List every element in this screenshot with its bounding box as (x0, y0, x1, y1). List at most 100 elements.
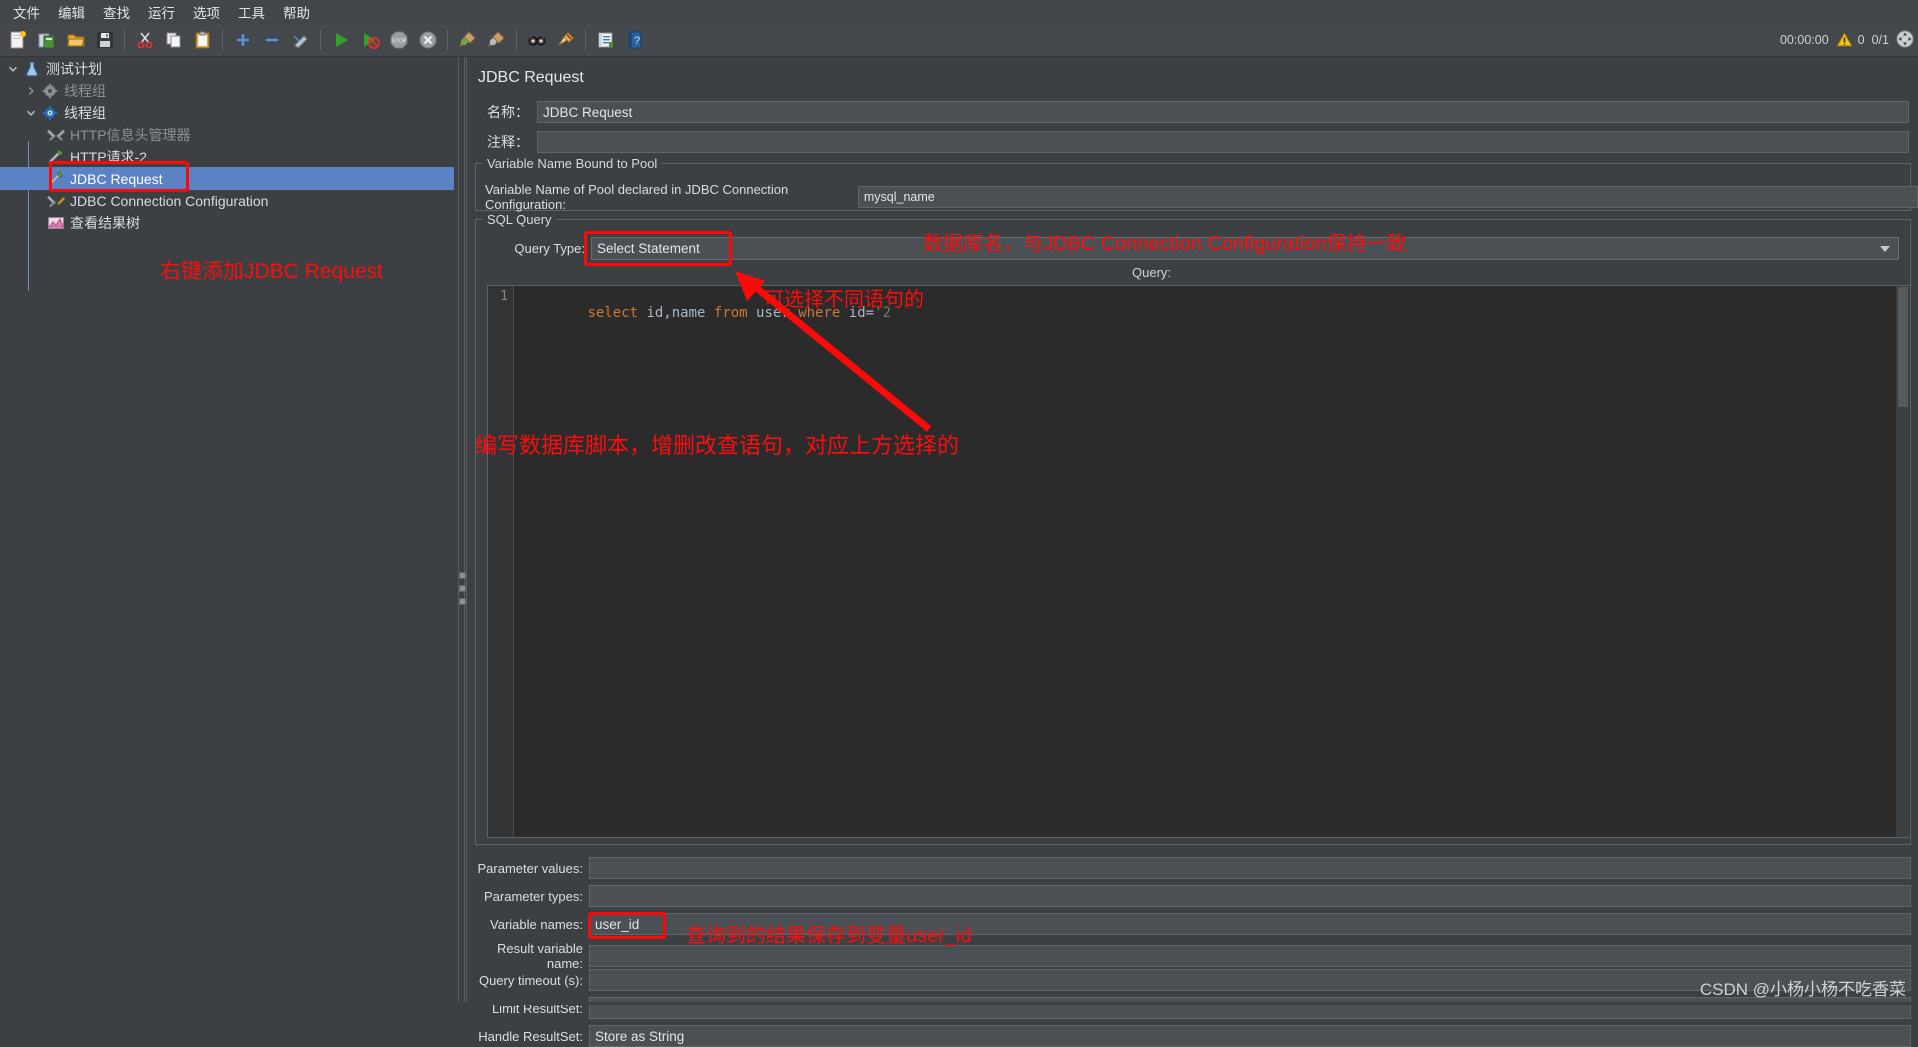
toolbar-separator-4 (447, 30, 448, 50)
stop-icon[interactable]: STOP (385, 27, 412, 54)
chevron-right-icon[interactable] (22, 86, 40, 96)
watermark: CSDN @小杨小杨不吃香菜 (1699, 980, 1906, 999)
view-results-tree-icon (46, 214, 66, 232)
cut-icon[interactable] (131, 27, 158, 54)
query-timeout-label: Query timeout (s): (478, 972, 583, 988)
annotation-query-type-note: 可选择不同语句的 (764, 289, 924, 311)
header-manager-icon (46, 126, 66, 144)
search-icon[interactable] (523, 27, 550, 54)
copy-icon[interactable] (160, 27, 187, 54)
parameter-values-input[interactable] (589, 857, 1911, 879)
chevron-down-icon[interactable] (4, 64, 22, 74)
variable-names-label: Variable names: (490, 916, 583, 932)
tree-node-label: 线程组 (64, 82, 106, 99)
parameter-types-input[interactable] (589, 885, 1911, 907)
toolbar-separator-6 (585, 30, 586, 50)
scrollbar-thumb[interactable] (1898, 287, 1908, 407)
line-number: 1 (500, 289, 508, 304)
parameter-types-row: Parameter types: (467, 885, 1918, 907)
annotation-box-jdbc-request (49, 161, 189, 192)
thread-group-icon (40, 104, 60, 122)
pool-variable-input[interactable]: mysql_name (857, 186, 1918, 208)
split-grip-dot-2[interactable] (459, 585, 466, 592)
shutdown-icon[interactable] (414, 27, 441, 54)
toolbar-separator-2 (222, 30, 223, 50)
pool-row: Variable Name of Pool declared in JDBC C… (485, 182, 1918, 212)
sql-editor[interactable]: 1 select id,name from user where id='2 (487, 285, 1911, 838)
annotation-editor-note: 编写数据库脚本，增删改查语句，对应上方选择的 (475, 433, 960, 458)
toolbar-separator-5 (516, 30, 517, 50)
name-row: 名称： JDBC Request (467, 101, 1918, 123)
elapsed-time: 00:00:00 (1779, 33, 1829, 47)
tree-scroll-area: 测试计划 线程组 线程组 HTTP信息头管理器 HTTP请求-2 JDBC Re… (0, 57, 454, 1005)
tree-node-label: 测试计划 (46, 60, 102, 77)
split-grip-dot-1[interactable] (459, 572, 466, 579)
menu-item-edit[interactable]: 编辑 (49, 0, 94, 24)
pool-group-title: Variable Name Bound to Pool (483, 156, 662, 171)
tree-node-header-manager[interactable]: HTTP信息头管理器 (0, 123, 191, 146)
collapse-all-icon[interactable] (258, 27, 285, 54)
tree-node-thread-group-disabled[interactable]: 线程组 (0, 79, 106, 102)
toggle-icon[interactable] (287, 27, 314, 54)
expand-all-icon[interactable] (229, 27, 256, 54)
result-variable-name-input[interactable] (589, 945, 1911, 967)
sql-query-group-title: SQL Query (483, 212, 556, 227)
templates-icon[interactable] (33, 27, 60, 54)
limit-resultset-input[interactable] (589, 997, 1911, 1019)
menu-item-options[interactable]: 选项 (184, 0, 229, 24)
query-label: Query: (1132, 265, 1172, 280)
split-line-left (458, 57, 459, 1005)
svg-text:STOP: STOP (391, 39, 406, 45)
open-icon[interactable] (62, 27, 89, 54)
toolbar: STOP ? (0, 24, 1918, 57)
warning-indicator[interactable]: 0 (1835, 32, 1865, 48)
comment-input[interactable] (537, 131, 1909, 153)
tree-node-test-plan[interactable]: 测试计划 (0, 57, 102, 80)
parameter-types-label: Parameter types: (484, 888, 583, 904)
test-plan-tree[interactable]: 测试计划 线程组 线程组 HTTP信息头管理器 HTTP请求-2 JDBC Re… (0, 57, 454, 1005)
handle-resultset-label: Handle ResultSet: (478, 1028, 583, 1044)
expand-view-icon[interactable] (1896, 30, 1914, 51)
start-icon[interactable] (327, 27, 354, 54)
menu-item-search[interactable]: 查找 (94, 0, 139, 24)
annotation-variable-note: 查询到的结果保存到变量user_id (686, 925, 972, 947)
chevron-down-icon[interactable] (22, 108, 40, 118)
paste-icon[interactable] (189, 27, 216, 54)
editor-vertical-scrollbar[interactable] (1896, 286, 1910, 837)
sql-token: select (587, 305, 647, 321)
result-variable-name-row: Result variable name: (467, 941, 1918, 971)
help-icon[interactable]: ? (621, 27, 648, 54)
handle-resultset-row: Handle ResultSet: Store as String (467, 1025, 1918, 1047)
tree-node-view-results-tree[interactable]: 查看结果树 (0, 211, 140, 234)
chevron-down-icon[interactable] (1880, 245, 1890, 252)
split-grip-dot-3[interactable] (459, 598, 466, 605)
function-helper-icon[interactable] (592, 27, 619, 54)
reset-search-icon[interactable] (552, 27, 579, 54)
tree-node-jdbc-connection-configuration[interactable]: JDBC Connection Configuration (0, 189, 268, 212)
tree-node-label: JDBC Connection Configuration (70, 192, 269, 209)
tree-node-thread-group[interactable]: 线程组 (0, 101, 106, 124)
tree-node-label: 线程组 (64, 104, 106, 121)
menu-item-tools[interactable]: 工具 (229, 0, 274, 24)
name-input[interactable]: JDBC Request (537, 101, 1909, 123)
query-type-label: Query Type: (514, 241, 585, 256)
handle-resultset-combo[interactable]: Store as String (589, 1025, 1911, 1047)
start-no-pause-icon[interactable] (356, 27, 383, 54)
clear-icon[interactable] (454, 27, 481, 54)
status-bar: 00:00:00 0 0/1 (1780, 26, 1914, 54)
split-divider[interactable] (456, 57, 466, 1005)
menu-item-help[interactable]: 帮助 (274, 0, 319, 24)
clear-all-icon[interactable] (483, 27, 510, 54)
name-label: 名称： (487, 104, 529, 120)
menu-item-file[interactable]: 文件 (4, 0, 49, 24)
menu-bar: 文件 编辑 查找 运行 选项 工具 帮助 (0, 0, 1918, 24)
menu-item-run[interactable]: 运行 (139, 0, 184, 24)
variable-names-row: Variable names: user_id (467, 913, 1918, 935)
new-icon[interactable] (4, 27, 31, 54)
sql-token: id,name (646, 305, 714, 321)
jdbc-connection-config-icon (46, 192, 66, 210)
annotation-box-query-type (584, 231, 732, 266)
save-icon[interactable] (91, 27, 118, 54)
tree-node-label: 查看结果树 (70, 214, 140, 231)
toolbar-separator (124, 30, 125, 50)
